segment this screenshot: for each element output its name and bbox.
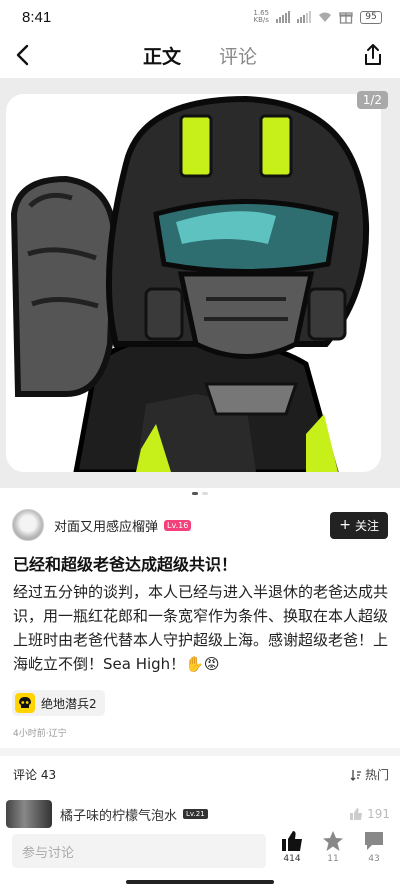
carousel-dot-active <box>192 492 198 495</box>
comment-count: 43 <box>368 854 380 864</box>
plus-icon: + <box>339 517 351 533</box>
author-level-badge: Lv.16 <box>164 519 192 531</box>
status-time: 8:41 <box>22 8 52 26</box>
battery-indicator: 95 <box>360 10 382 24</box>
sort-button[interactable]: 热门 <box>350 766 389 783</box>
status-bar: 8:41 1.65 KB/s 95 <box>0 0 400 34</box>
signal-2-icon <box>297 11 311 23</box>
bottom-action-bar: 参与讨论 414 11 43 <box>0 828 400 888</box>
follow-button[interactable]: + 关注 <box>330 511 388 539</box>
game-skull-icon <box>15 693 35 713</box>
like-count: 414 <box>283 854 301 864</box>
post-image[interactable] <box>6 94 381 472</box>
comment-like-count: 191 <box>367 807 390 821</box>
comment-bubble-icon <box>365 832 383 850</box>
tab-main-text[interactable]: 正文 <box>143 42 181 69</box>
gift-icon <box>339 12 353 24</box>
favorite-button[interactable]: 11 <box>313 830 353 864</box>
commenter-level-badge: Lv.21 <box>183 809 208 819</box>
author-avatar[interactable] <box>12 509 44 541</box>
top-nav: 正文 评论 <box>0 36 400 76</box>
thumbs-up-icon <box>350 808 363 820</box>
carousel-dot <box>202 492 208 495</box>
comments-header: 评论 43 热门 <box>13 766 389 783</box>
comment-like-button[interactable]: 191 <box>349 807 390 821</box>
network-speed: 1.65 KB/s <box>253 10 269 24</box>
thumbs-up-icon <box>282 831 302 851</box>
comment-input[interactable]: 参与讨论 <box>12 834 266 868</box>
image-counter: 1/2 <box>356 91 388 109</box>
tab-comments[interactable]: 评论 <box>219 42 257 69</box>
network-speed-unit: KB/s <box>253 16 269 24</box>
tab-bar: 正文 评论 <box>0 42 400 69</box>
share-icon[interactable] <box>358 40 388 70</box>
commenter-avatar[interactable] <box>6 800 52 828</box>
sort-label: 热门 <box>364 768 389 782</box>
game-tag[interactable]: 绝地潜兵2 <box>12 690 105 716</box>
section-divider <box>0 748 400 756</box>
author-name[interactable]: 对面又用感应榴弹 <box>54 516 158 535</box>
post-body: 经过五分钟的谈判，本人已经与进入半退休的老爸达成共识，用一瓶红花郎和一条宽窄作为… <box>13 583 389 673</box>
game-tag-label: 绝地潜兵2 <box>41 696 97 711</box>
like-button[interactable]: 414 <box>272 830 312 864</box>
home-indicator[interactable] <box>126 880 274 884</box>
author-row: 对面又用感应榴弹 Lv.16 + 关注 <box>12 508 388 542</box>
favorite-count: 11 <box>327 854 339 864</box>
comments-count: 评论 43 <box>13 768 57 782</box>
signal-icon <box>276 11 290 23</box>
comment-button[interactable]: 43 <box>354 830 394 864</box>
post-title: 已经和超级老爸达成超级共识！ <box>13 555 238 574</box>
star-icon <box>323 831 343 851</box>
sort-icon <box>350 769 361 781</box>
carousel-dots <box>0 492 400 495</box>
wifi-icon <box>319 12 331 22</box>
follow-label: 关注 <box>354 518 379 533</box>
comment-item[interactable]: 橘子味的柠檬气泡水 Lv.21 191 <box>6 800 390 828</box>
post-image-carousel[interactable]: 1/2 <box>0 78 400 488</box>
helldiver-sticker-image <box>6 94 381 472</box>
status-icons: 1.65 KB/s 95 <box>253 10 382 24</box>
commenter-name[interactable]: 橘子味的柠檬气泡水 <box>60 805 177 824</box>
post-meta: 4小时前·辽宁 <box>13 729 67 739</box>
